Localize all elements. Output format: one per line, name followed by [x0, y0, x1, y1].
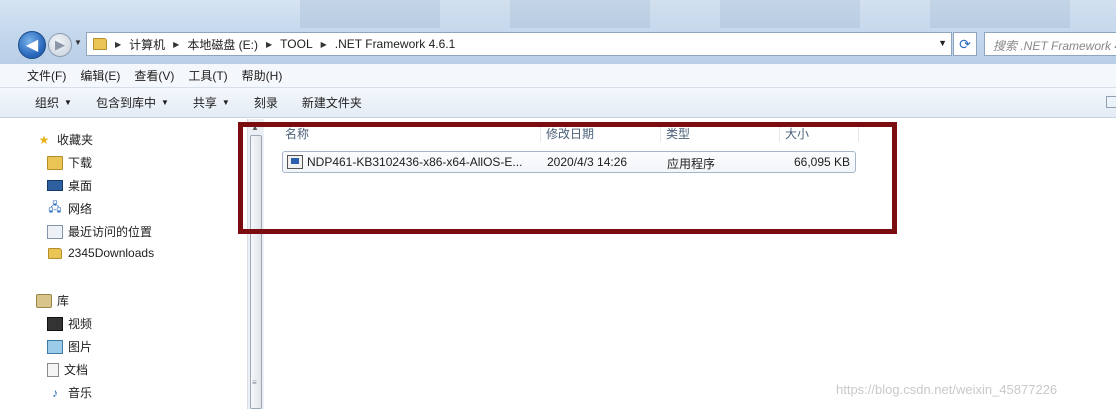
nav-item-label: 2345Downloads [68, 246, 155, 260]
video-icon [47, 316, 63, 331]
menu-bar: 文件(F) 编辑(E) 查看(V) 工具(T) 帮助(H) [0, 64, 1116, 88]
nav-item-2345downloads[interactable]: 2345Downloads [47, 246, 154, 260]
organize-label: 组织 [35, 96, 60, 110]
document-icon [47, 362, 59, 377]
menu-file[interactable]: 文件(F) [27, 67, 66, 84]
grip-icon: ≡ [252, 378, 257, 387]
chevron-right-icon[interactable]: ▶ [266, 40, 272, 49]
nav-item-label: 下载 [68, 156, 93, 170]
nav-item-videos[interactable]: 视频 [47, 315, 92, 332]
chevron-down-icon: ▼ [221, 98, 230, 107]
nav-favorites[interactable]: ★ 收藏夹 [36, 131, 93, 148]
menu-edit[interactable]: 编辑(E) [80, 67, 120, 84]
view-options-icon[interactable] [1106, 96, 1116, 108]
network-icon: 🖧 [48, 200, 62, 214]
share-label: 共享 [192, 96, 217, 110]
organize-button[interactable]: 组织 ▼ [35, 94, 72, 111]
nav-item-recent[interactable]: 最近访问的位置 [47, 223, 152, 240]
burn-button[interactable]: 刻录 [254, 94, 278, 111]
include-in-library-label: 包含到库中 [95, 96, 156, 110]
refresh-icon: ⟳ [959, 35, 971, 52]
search-input[interactable]: 搜索 .NET Framework 4.6.1 [984, 32, 1116, 56]
nav-item-label: 文档 [64, 363, 89, 377]
nav-item-desktop[interactable]: 桌面 [47, 177, 92, 194]
refresh-button[interactable]: ⟳ [953, 32, 977, 56]
nav-item-pictures[interactable]: 图片 [47, 338, 92, 355]
folder-icon [47, 246, 63, 260]
star-icon: ★ [38, 132, 50, 147]
navigation-pane: ★ 收藏夹 下载 桌面 🖧 网络 最近访问的位置 2345Downloads 库… [0, 119, 264, 409]
share-button[interactable]: 共享 ▼ [193, 94, 230, 111]
nav-item-downloads[interactable]: 下载 [47, 154, 92, 171]
menu-help[interactable]: 帮助(H) [242, 67, 283, 84]
downloads-folder-icon [47, 155, 63, 170]
watermark: https://blog.csdn.net/weixin_45877226 [836, 382, 1058, 397]
command-bar: 组织 ▼ 包含到库中 ▼ 共享 ▼ 刻录 新建文件夹 [0, 88, 1116, 118]
burn-label: 刻录 [253, 96, 278, 110]
nav-item-network[interactable]: 🖧 网络 [47, 200, 92, 217]
nav-item-label: 音乐 [68, 386, 93, 400]
nav-item-label: 网络 [68, 202, 93, 216]
nav-item-documents[interactable]: 文档 [47, 361, 88, 378]
chevron-right-icon[interactable]: ▶ [115, 40, 121, 49]
nav-item-music[interactable]: ♪ 音乐 [47, 384, 92, 401]
include-in-library-button[interactable]: 包含到库中 ▼ [96, 94, 169, 111]
new-folder-label: 新建文件夹 [301, 96, 362, 110]
nav-item-label: 图片 [68, 340, 93, 354]
address-bar[interactable]: ▶ 计算机 ▶ 本地磁盘 (E:) ▶ TOOL ▶ .NET Framewor… [86, 32, 952, 56]
menu-view[interactable]: 查看(V) [134, 67, 174, 84]
arrow-right-icon: ▶ [55, 37, 65, 52]
chevron-right-icon[interactable]: ▶ [321, 40, 327, 49]
new-folder-button[interactable]: 新建文件夹 [302, 94, 362, 111]
menu-tools[interactable]: 工具(T) [188, 67, 227, 84]
breadcrumb-tool[interactable]: TOOL [280, 37, 312, 51]
nav-item-label: 视频 [68, 317, 93, 331]
chevron-right-icon[interactable]: ▶ [173, 40, 179, 49]
breadcrumb-computer[interactable]: 计算机 [129, 36, 165, 53]
arrow-left-icon: ◀ [25, 37, 39, 54]
nav-item-label: 最近访问的位置 [68, 225, 153, 239]
chevron-down-icon: ▼ [160, 98, 169, 107]
history-dropdown[interactable]: ▼ [74, 38, 84, 50]
breadcrumb-drive-e[interactable]: 本地磁盘 (E:) [187, 36, 258, 53]
annotation-highlight-box [238, 122, 897, 234]
library-icon [36, 293, 52, 308]
address-dropdown-icon[interactable]: ▼ [938, 38, 947, 48]
folder-icon [93, 38, 107, 50]
breadcrumb-net-framework[interactable]: .NET Framework 4.6.1 [335, 37, 455, 51]
picture-icon [47, 339, 63, 354]
background-window-ghost [300, 0, 1116, 28]
chevron-down-icon: ▼ [74, 38, 82, 47]
recent-places-icon [47, 224, 63, 239]
nav-favorites-label: 收藏夹 [57, 133, 94, 147]
forward-button[interactable]: ▶ [48, 33, 72, 57]
nav-libraries-label: 库 [57, 294, 70, 308]
nav-libraries[interactable]: 库 [36, 292, 69, 309]
music-icon: ♪ [52, 385, 58, 400]
nav-item-label: 桌面 [68, 179, 93, 193]
back-button[interactable]: ◀ [18, 31, 46, 59]
desktop-icon [47, 180, 63, 191]
chevron-down-icon: ▼ [64, 98, 72, 107]
